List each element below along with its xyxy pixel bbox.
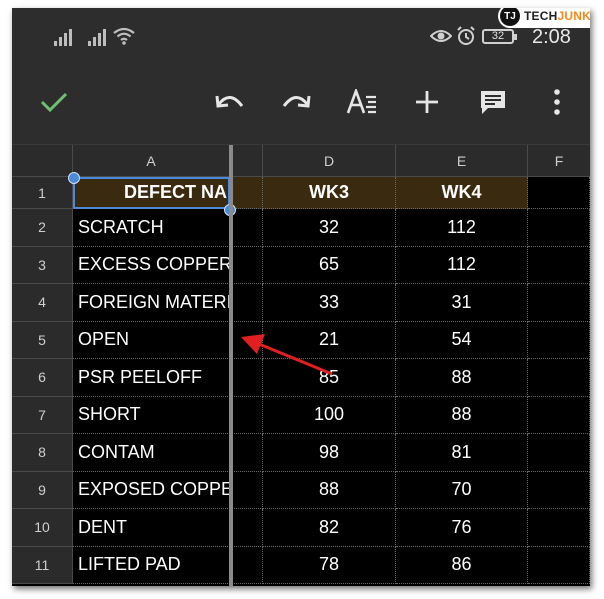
battery-icon: 32 bbox=[482, 29, 517, 44]
cell-hidden-gap bbox=[230, 546, 263, 584]
selection-handle-top[interactable] bbox=[68, 172, 80, 184]
comment-button[interactable] bbox=[473, 82, 513, 122]
cell-f[interactable] bbox=[528, 209, 590, 247]
phone-screen: 32 2:08 TJ TECHJUNKIE bbox=[12, 8, 590, 586]
cell-wk3[interactable]: 98 bbox=[263, 434, 396, 472]
text-format-icon bbox=[346, 89, 376, 114]
cell-hidden-gap bbox=[230, 284, 263, 322]
cell-wk4[interactable]: 112 bbox=[396, 246, 528, 284]
cell-defect[interactable]: DENT bbox=[73, 509, 230, 547]
cell-defect[interactable]: EXCESS COPPER bbox=[73, 246, 230, 284]
cell-wk4[interactable]: 31 bbox=[396, 284, 528, 322]
row-header[interactable]: 10 bbox=[12, 509, 73, 547]
comment-icon bbox=[481, 91, 505, 114]
cell-f[interactable] bbox=[528, 284, 590, 322]
cell-wk3[interactable]: 78 bbox=[263, 546, 396, 584]
cell-wk4[interactable]: 86 bbox=[396, 546, 528, 584]
column-header-f[interactable]: F bbox=[528, 145, 590, 177]
cell-defect[interactable]: CONTAM bbox=[73, 434, 230, 472]
cell-f[interactable] bbox=[528, 177, 590, 209]
wifi-icon bbox=[113, 27, 135, 45]
cell-wk4[interactable]: 54 bbox=[396, 321, 528, 359]
cell-wk3[interactable]: 65 bbox=[263, 246, 396, 284]
cell-hidden-gap bbox=[230, 177, 263, 209]
row-header[interactable]: 9 bbox=[12, 471, 73, 509]
cell-defect[interactable]: PSR PEELOFF bbox=[73, 359, 230, 397]
cell-hidden-gap bbox=[230, 396, 263, 434]
watermark-brand-a: TECH bbox=[524, 9, 558, 23]
cell-wk3[interactable]: 100 bbox=[263, 396, 396, 434]
row-header[interactable]: 2 bbox=[12, 209, 73, 247]
frozen-column-divider[interactable] bbox=[229, 145, 233, 586]
cell-wk4[interactable]: 88 bbox=[396, 396, 528, 434]
column-header-a[interactable]: A bbox=[73, 145, 230, 177]
status-bar: 32 2:08 TJ TECHJUNKIE bbox=[12, 8, 590, 68]
cell-f[interactable] bbox=[528, 321, 590, 359]
cell-wk4[interactable]: 81 bbox=[396, 434, 528, 472]
watermark-brand-b: JUNKIE bbox=[557, 9, 590, 23]
cell-wk3[interactable]: 82 bbox=[263, 509, 396, 547]
cell-wk4[interactable]: 76 bbox=[396, 509, 528, 547]
cell-signal-icon bbox=[54, 29, 72, 46]
cell-hidden-gap bbox=[230, 471, 263, 509]
cell-wk4[interactable]: WK4 bbox=[396, 177, 528, 209]
redo-button[interactable] bbox=[276, 82, 316, 122]
redo-icon bbox=[282, 95, 311, 108]
check-icon bbox=[40, 92, 68, 113]
cell-wk3[interactable]: 32 bbox=[263, 209, 396, 247]
cell-defect[interactable]: DEFECT NA bbox=[73, 177, 230, 209]
done-button[interactable] bbox=[34, 82, 74, 122]
cell-defect[interactable]: LIFTED PAD bbox=[73, 546, 230, 584]
column-header-gap bbox=[230, 145, 263, 177]
cell-f[interactable] bbox=[528, 546, 590, 584]
alarm-icon bbox=[457, 26, 475, 45]
cell-wk4[interactable]: 88 bbox=[396, 359, 528, 397]
column-header-d[interactable]: D bbox=[263, 145, 396, 177]
cell-defect[interactable]: EXPOSED COPPE bbox=[73, 471, 230, 509]
cell-defect[interactable]: SCRATCH bbox=[73, 209, 230, 247]
row-header[interactable]: 6 bbox=[12, 359, 73, 397]
undo-button[interactable] bbox=[210, 82, 250, 122]
cell-wk4[interactable]: 112 bbox=[396, 209, 528, 247]
row-header[interactable]: 4 bbox=[12, 284, 73, 322]
cell-f[interactable] bbox=[528, 359, 590, 397]
row-header[interactable]: 8 bbox=[12, 434, 73, 472]
cell-hidden-gap bbox=[230, 246, 263, 284]
cell-wk3[interactable]: 88 bbox=[263, 471, 396, 509]
cell-f[interactable] bbox=[528, 246, 590, 284]
row-header[interactable]: 11 bbox=[12, 546, 73, 584]
cell-defect[interactable]: SHORT bbox=[73, 396, 230, 434]
cell-f[interactable] bbox=[528, 509, 590, 547]
cell-f[interactable] bbox=[528, 396, 590, 434]
more-options-button[interactable] bbox=[537, 82, 577, 122]
watermark: TJ TECHJUNKIE bbox=[498, 8, 590, 28]
cell-signal-2-icon bbox=[88, 29, 106, 46]
text-format-button[interactable] bbox=[342, 82, 382, 122]
cell-f[interactable] bbox=[528, 471, 590, 509]
more-vert-icon bbox=[554, 89, 560, 115]
column-header-e[interactable]: E bbox=[396, 145, 528, 177]
insert-button[interactable] bbox=[407, 82, 447, 122]
cell-hidden-gap bbox=[230, 209, 263, 247]
cell-defect[interactable]: OPEN bbox=[73, 321, 230, 359]
add-icon bbox=[416, 91, 438, 113]
eye-icon bbox=[430, 30, 452, 42]
cell-wk3[interactable]: 33 bbox=[263, 284, 396, 322]
clock: 2:08 bbox=[532, 26, 571, 48]
watermark-logo: TJ bbox=[500, 8, 520, 26]
select-all-corner[interactable] bbox=[12, 145, 73, 177]
cell-wk4[interactable]: 70 bbox=[396, 471, 528, 509]
row-header[interactable]: 5 bbox=[12, 321, 73, 359]
cell-hidden-gap bbox=[230, 509, 263, 547]
row-header[interactable]: 1 bbox=[12, 177, 73, 209]
cell-hidden-gap bbox=[230, 434, 263, 472]
row-header[interactable]: 7 bbox=[12, 396, 73, 434]
cell-f[interactable] bbox=[528, 434, 590, 472]
row-header[interactable]: 3 bbox=[12, 246, 73, 284]
cell-wk3[interactable]: WK3 bbox=[263, 177, 396, 209]
cell-defect[interactable]: FOREIGN MATERIA bbox=[73, 284, 230, 322]
annotation-arrow bbox=[241, 334, 333, 376]
undo-icon bbox=[215, 95, 244, 108]
